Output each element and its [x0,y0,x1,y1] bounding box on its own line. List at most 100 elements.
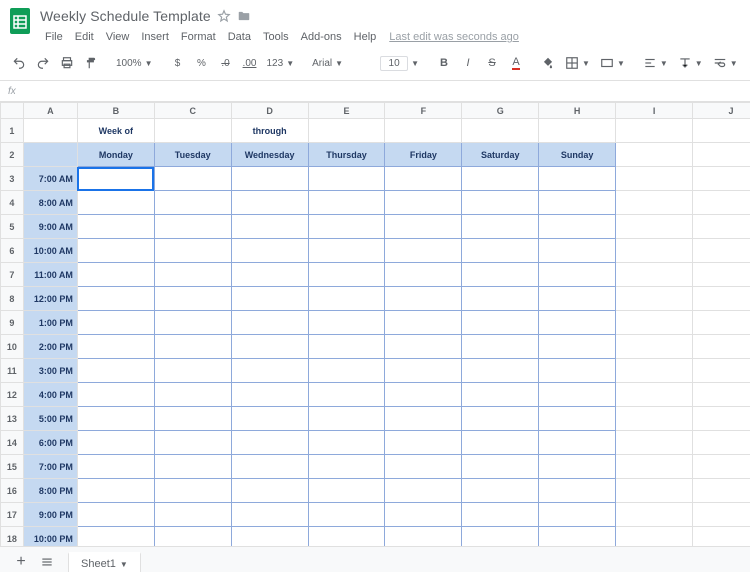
cell[interactable] [77,407,154,431]
cell[interactable]: 10:00 AM [23,239,77,263]
valign-button[interactable]: ▼ [674,53,707,73]
cell[interactable] [616,143,693,167]
italic-button[interactable]: I [457,53,479,73]
borders-button[interactable]: ▼ [561,53,594,73]
bold-button[interactable]: B [433,53,455,73]
cell[interactable] [693,407,750,431]
cell[interactable] [77,479,154,503]
cell[interactable] [77,191,154,215]
cell[interactable] [308,527,385,547]
sheet-tab[interactable]: Sheet1 ▼ [68,552,141,572]
cell[interactable] [77,527,154,547]
cell[interactable] [539,335,616,359]
cell[interactable] [616,311,693,335]
cell[interactable]: 9:00 AM [23,215,77,239]
cell[interactable] [539,239,616,263]
cell[interactable] [616,239,693,263]
cell[interactable]: 5:00 PM [23,407,77,431]
cell[interactable] [616,479,693,503]
cell[interactable]: Saturday [462,143,539,167]
row-header[interactable]: 9 [1,311,24,335]
cell[interactable] [616,191,693,215]
cell[interactable] [154,359,231,383]
cell[interactable]: through [231,119,308,143]
star-icon[interactable] [217,9,231,23]
cell[interactable] [693,359,750,383]
cell[interactable] [308,263,385,287]
cell[interactable]: 9:00 PM [23,503,77,527]
cell[interactable]: 7:00 PM [23,455,77,479]
spreadsheet-grid[interactable]: ABCDEFGHIJ1Week ofthrough2MondayTuesdayW… [0,102,750,546]
cell[interactable] [462,167,539,191]
cell[interactable] [154,239,231,263]
col-header[interactable]: A [23,103,77,119]
cell[interactable] [616,167,693,191]
cell[interactable] [616,335,693,359]
cell[interactable] [462,407,539,431]
col-header[interactable]: G [462,103,539,119]
col-header[interactable]: C [154,103,231,119]
rotate-button[interactable]: A▼ [744,53,750,73]
cell[interactable] [385,359,462,383]
cell[interactable] [77,239,154,263]
add-sheet-button[interactable]: + [10,551,32,572]
cell[interactable] [308,287,385,311]
cell[interactable] [308,215,385,239]
row-header[interactable]: 16 [1,479,24,503]
cell[interactable] [539,503,616,527]
cell[interactable] [385,215,462,239]
cell[interactable] [154,431,231,455]
menu-file[interactable]: File [40,30,68,44]
cell[interactable] [231,527,308,547]
cell[interactable] [693,239,750,263]
cell[interactable] [77,215,154,239]
cell[interactable] [231,239,308,263]
cell[interactable] [77,431,154,455]
cell[interactable]: 8:00 AM [23,191,77,215]
cell[interactable] [539,191,616,215]
cell[interactable]: 1:00 PM [23,311,77,335]
cell[interactable] [539,167,616,191]
cell[interactable]: 11:00 AM [23,263,77,287]
cell[interactable] [308,383,385,407]
cell[interactable] [231,431,308,455]
cell[interactable] [616,359,693,383]
cell[interactable]: Monday [77,143,154,167]
cell[interactable]: 4:00 PM [23,383,77,407]
cell[interactable] [539,215,616,239]
increase-decimal-button[interactable]: .00 [239,53,261,73]
cell[interactable]: Week of [77,119,154,143]
cell[interactable] [462,479,539,503]
cell[interactable]: Tuesday [154,143,231,167]
row-header[interactable]: 10 [1,335,24,359]
cell[interactable] [154,287,231,311]
row-header[interactable]: 1 [1,119,24,143]
sheet-tab-menu-icon[interactable]: ▼ [120,560,128,569]
cell[interactable] [77,287,154,311]
menu-view[interactable]: View [101,30,135,44]
cell[interactable] [231,215,308,239]
row-header[interactable]: 14 [1,431,24,455]
cell[interactable] [308,455,385,479]
cell[interactable] [539,263,616,287]
row-header[interactable]: 11 [1,359,24,383]
cell[interactable] [693,215,750,239]
cell[interactable] [154,407,231,431]
cell[interactable] [693,383,750,407]
cell[interactable] [693,191,750,215]
select-all-corner[interactable] [1,103,24,119]
cell[interactable] [154,263,231,287]
cell[interactable] [77,167,154,191]
cell[interactable] [385,263,462,287]
cell[interactable] [539,287,616,311]
cell[interactable] [693,263,750,287]
halign-button[interactable]: ▼ [639,53,672,73]
currency-button[interactable]: $ [167,53,189,73]
cell[interactable] [154,167,231,191]
cell[interactable] [308,431,385,455]
cell[interactable] [385,191,462,215]
row-header[interactable]: 15 [1,455,24,479]
cell[interactable] [462,191,539,215]
zoom-combo[interactable]: 100%▼ [112,53,157,73]
cell[interactable] [308,407,385,431]
